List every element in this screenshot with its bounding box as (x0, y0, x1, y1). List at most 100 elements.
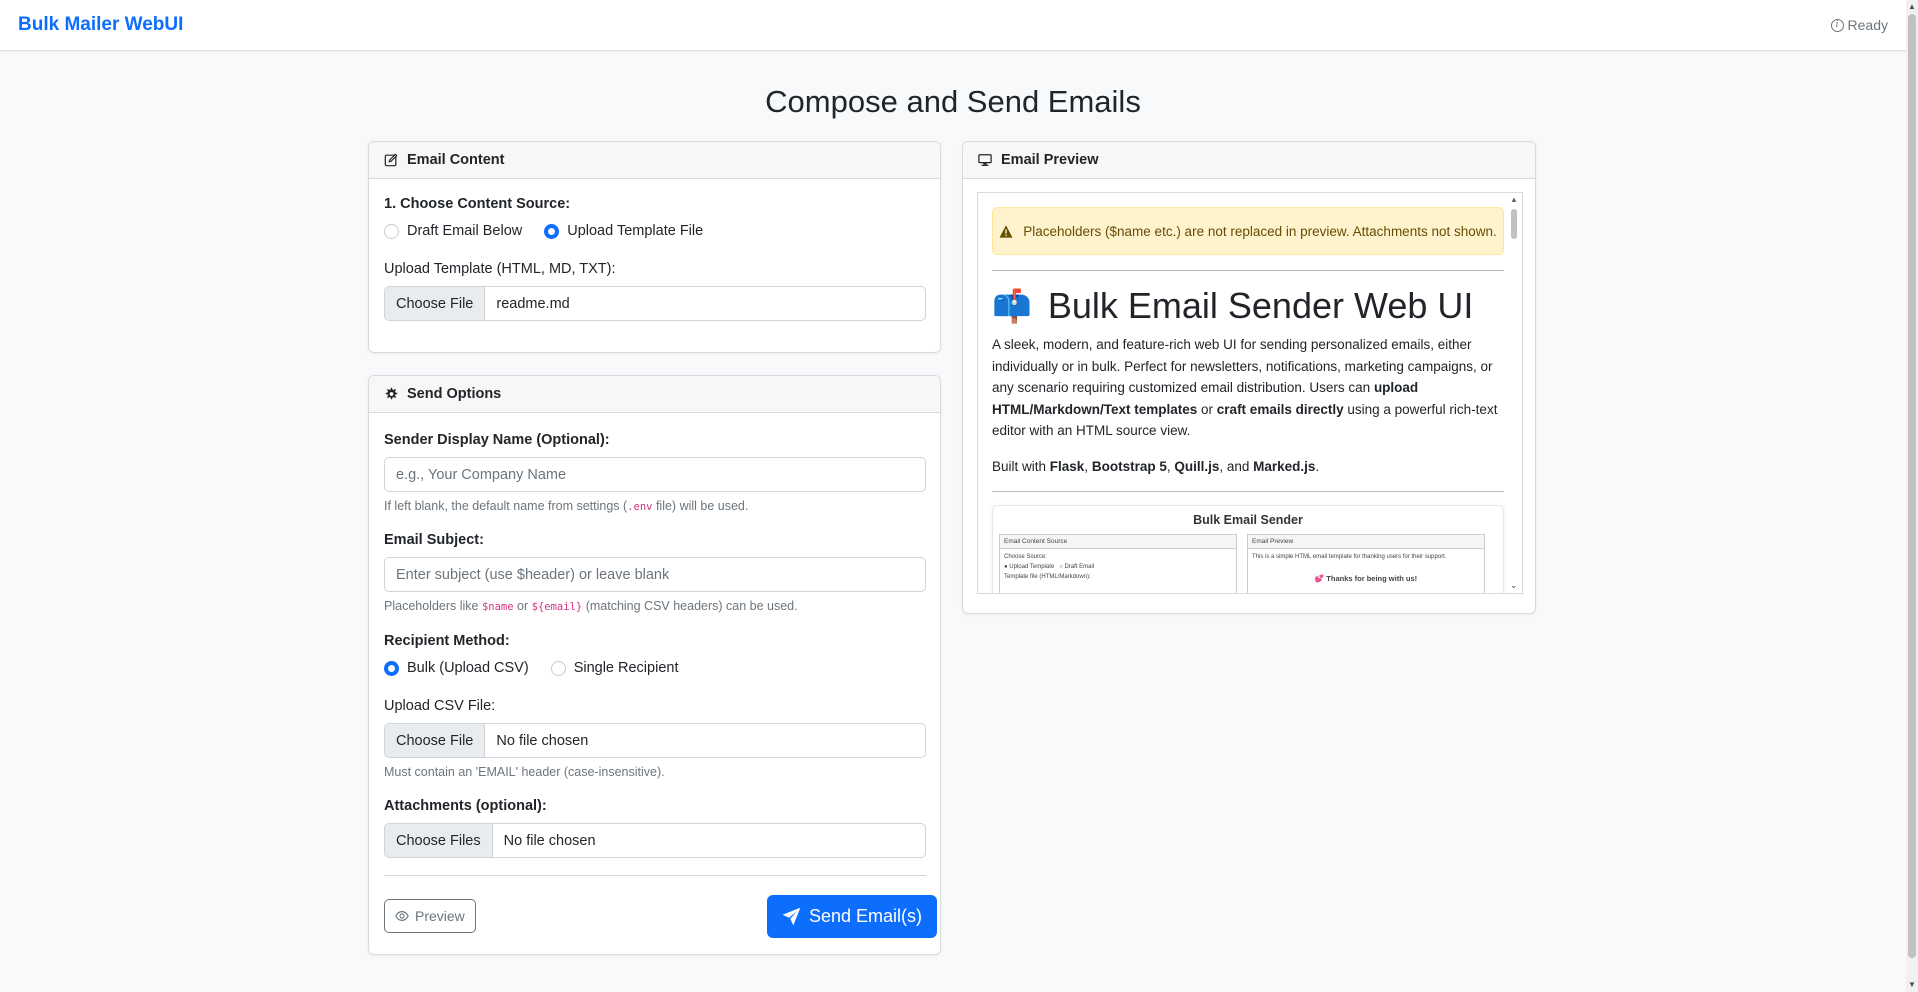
screenshot-right-header: Email Preview (1248, 535, 1484, 549)
content-source-radio-group: Draft Email Below Upload Template File (384, 223, 703, 239)
csv-hint: Must contain an 'EMAIL' header (case-ins… (384, 765, 665, 779)
content-source-label: 1. Choose Content Source: (384, 196, 571, 212)
preview-scrollbar[interactable]: ▲ ⌄ (1507, 193, 1522, 593)
preview-hr-1 (992, 270, 1504, 271)
radio-bulk-csv-circle[interactable] (384, 660, 399, 676)
sender-hint-code: .env (627, 501, 653, 513)
sender-hint-text-2: file) will be used. (652, 499, 749, 513)
p2-bold-marked: Marked.js (1253, 458, 1316, 474)
attachments-file-input[interactable]: Choose Files No file chosen (384, 823, 926, 858)
upload-csv-label: Upload CSV File: (384, 698, 496, 714)
attachments-choose-files-button[interactable]: Choose Files (385, 824, 493, 857)
screenshot-left-opt-2: Draft Email (1064, 564, 1095, 570)
p2-text-1: Built with (992, 458, 1050, 474)
preview-heading: 📫 Bulk Email Sender Web UI (992, 285, 1504, 327)
preview-paragraph-1: A sleek, modern, and feature-rich web UI… (992, 334, 1504, 442)
csv-file-input[interactable]: Choose File No file chosen (384, 723, 926, 758)
email-content-card: Email Content 1. Choose Content Source: … (368, 141, 941, 353)
radio-upload-template[interactable]: Upload Template File (544, 223, 703, 239)
scrollbar-thumb[interactable] (1908, 14, 1916, 958)
send-options-card: Send Options Sender Display Name (Option… (368, 375, 941, 955)
status-indicator: i Ready (1830, 17, 1888, 33)
preview-warning-text: Placeholders ($name etc.) are not replac… (1023, 223, 1497, 239)
preview-warning-alert: Placeholders ($name etc.) are not replac… (992, 207, 1504, 255)
template-choose-file-button[interactable]: Choose File (385, 287, 486, 320)
scroll-up-arrow-icon[interactable]: ▲ (1907, 2, 1917, 12)
email-preview-title: Email Preview (1001, 152, 1099, 168)
radio-single-recipient-circle[interactable] (550, 660, 566, 676)
radio-upload-template-label: Upload Template File (567, 223, 704, 239)
email-preview-header: Email Preview (963, 142, 1535, 179)
navbar: Bulk Mailer WebUI i Ready (0, 0, 1906, 51)
actions-divider (384, 875, 926, 876)
mailbox-emoji-icon: 📫 (992, 288, 1032, 324)
screenshot-right-panel: Email Preview This is a simple HTML emai… (1247, 534, 1485, 593)
email-content-title: Email Content (407, 152, 505, 168)
p2-text-4: , and (1219, 458, 1254, 474)
subject-hint-code-1: $name (481, 601, 514, 613)
subject-hint-text-2: or (513, 599, 532, 613)
preview-button[interactable]: Preview (384, 899, 476, 933)
email-subject-placeholder: Enter subject (use $header) or leave bla… (396, 566, 670, 583)
warning-triangle-icon (999, 224, 1013, 238)
radio-bulk-csv-label: Bulk (Upload CSV) (407, 660, 529, 676)
radio-single-recipient[interactable]: Single Recipient (550, 660, 678, 676)
screenshot-left-body: Choose Source: ● Upload Template ○ Draft… (1000, 549, 1236, 585)
template-file-input[interactable]: Choose File readme.md (384, 286, 926, 321)
email-subject-hint: Placeholders like $name or ${email} (mat… (384, 599, 798, 613)
radio-bulk-csv[interactable]: Bulk (Upload CSV) (384, 660, 529, 676)
sender-name-input[interactable]: e.g., Your Company Name (384, 457, 926, 492)
screenshot-left-opt-1: Upload Template (1009, 564, 1055, 570)
radio-draft-email[interactable]: Draft Email Below (384, 223, 522, 239)
sender-name-placeholder: e.g., Your Company Name (396, 466, 567, 483)
subject-hint-text-1: Placeholders like (384, 599, 482, 613)
email-preview-content: Placeholders ($name etc.) are not replac… (992, 207, 1504, 593)
info-circle-icon: i (1830, 18, 1844, 32)
email-preview-card: Email Preview Placeholders ($name etc.) … (962, 141, 1536, 614)
screenshot-title: Bulk Email Sender (1193, 513, 1303, 527)
send-plane-icon (782, 907, 801, 926)
sender-name-label: Sender Display Name (Optional): (384, 432, 610, 448)
preview-scroll-down-icon[interactable]: ⌄ (1510, 580, 1518, 591)
p2-text-5: . (1315, 458, 1320, 474)
scroll-down-arrow-icon[interactable]: ▼ (1907, 980, 1917, 990)
screenshot-left-header: Email Content Source (1000, 535, 1236, 549)
screenshot-left-line-1: Choose Source: (1004, 554, 1048, 560)
preview-button-label: Preview (415, 908, 465, 924)
email-subject-input[interactable]: Enter subject (use $header) or leave bla… (384, 557, 926, 592)
screenshot-right-line-1: This is a simple HTML email template for… (1252, 554, 1447, 560)
radio-draft-email-circle[interactable] (384, 223, 399, 239)
sender-name-hint: If left blank, the default name from set… (384, 499, 748, 513)
p2-bold-flask: Flask (1049, 458, 1085, 474)
preview-screenshot-image: Bulk Email Sender Email Content Source C… (992, 505, 1504, 593)
send-emails-button-label: Send Email(s) (809, 906, 923, 926)
csv-file-value: No file chosen (496, 732, 589, 749)
send-options-title: Send Options (407, 386, 502, 402)
page-title: Compose and Send Emails (765, 84, 1141, 119)
monitor-icon (978, 154, 992, 166)
subject-hint-text-3: (matching CSV headers) can be used. (582, 599, 798, 613)
email-subject-label: Email Subject: (384, 532, 484, 548)
email-preview-frame[interactable]: Placeholders ($name etc.) are not replac… (977, 192, 1523, 594)
attachments-file-value: No file chosen (503, 832, 596, 849)
preview-paragraph-2: Built with Flask, Bootstrap 5, Quill.js,… (992, 456, 1504, 478)
pencil-square-icon (384, 153, 398, 167)
radio-draft-email-label: Draft Email Below (407, 223, 523, 239)
preview-heading-text: Bulk Email Sender Web UI (1047, 285, 1474, 326)
send-options-header: Send Options (369, 376, 940, 413)
preview-scroll-up-icon[interactable]: ▲ (1510, 195, 1518, 204)
send-emails-button[interactable]: Send Email(s) (767, 895, 938, 938)
p2-bold-quill: Quill.js (1174, 458, 1220, 474)
radio-upload-template-circle[interactable] (544, 223, 560, 239)
recipient-method-label: Recipient Method: (384, 633, 510, 649)
gear-icon (385, 387, 398, 400)
screenshot-left-panel: Email Content Source Choose Source: ● Up… (999, 534, 1237, 593)
p1-text-2: or (1197, 401, 1217, 417)
page-scrollbar[interactable]: ▲ ▼ (1906, 0, 1918, 992)
email-content-header: Email Content (369, 142, 940, 179)
screenshot-right-body: This is a simple HTML email template for… (1248, 549, 1484, 587)
sender-hint-text-1: If left blank, the default name from set… (384, 499, 628, 513)
csv-choose-file-button[interactable]: Choose File (385, 724, 486, 757)
preview-scrollbar-thumb[interactable] (1511, 209, 1517, 239)
navbar-brand[interactable]: Bulk Mailer WebUI (18, 14, 183, 36)
